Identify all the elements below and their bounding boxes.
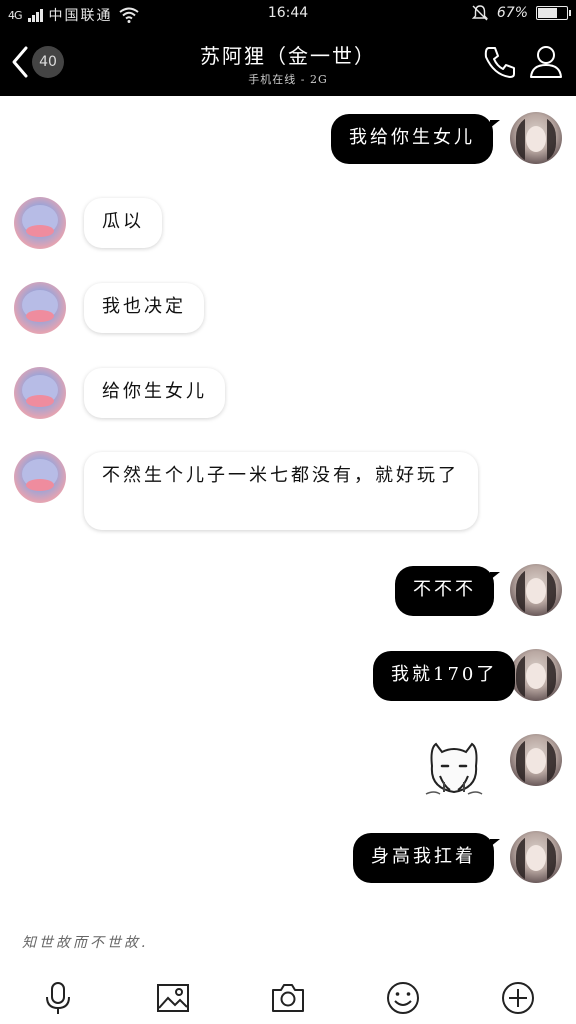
contact-message-bubble[interactable]: 给你生女儿 (84, 368, 225, 418)
contact-status: 手机在线 - 2G (248, 73, 328, 86)
my-avatar[interactable] (510, 734, 562, 786)
contact-avatar[interactable] (14, 197, 66, 249)
my-avatar[interactable] (510, 649, 562, 701)
contact-message-bubble[interactable]: 不然生个儿子一米七都没有，就好玩了 (84, 452, 478, 530)
my-avatar[interactable] (510, 831, 562, 883)
my-message-bubble[interactable]: 我给你生女儿 (331, 114, 493, 164)
unread-count-badge[interactable]: 40 (32, 46, 64, 78)
contact-message-bubble[interactable]: 我也决定 (84, 283, 204, 333)
emoji-icon[interactable] (385, 980, 421, 1016)
bubble-tail (490, 657, 500, 665)
contact-info[interactable]: 苏阿狸（金一世） 手机在线 - 2G (120, 40, 456, 87)
status-bar: 4G 中国联通 16:44 67% (0, 0, 576, 28)
microphone-icon[interactable] (40, 980, 76, 1016)
back-arrow-icon[interactable] (8, 44, 32, 80)
camera-icon[interactable] (270, 980, 306, 1016)
my-avatar[interactable] (510, 564, 562, 616)
contact-avatar[interactable] (14, 367, 66, 419)
chat-header: 40 苏阿狸（金一世） 手机在线 - 2G (0, 28, 576, 96)
input-toolbar (0, 972, 576, 1024)
contact-message-bubble[interactable]: 瓜以 (84, 198, 162, 248)
contact-avatar[interactable] (14, 451, 66, 503)
image-icon[interactable] (155, 980, 191, 1016)
my-message-bubble[interactable]: 身高我扛着 (353, 833, 494, 883)
mute-icon (471, 5, 489, 21)
plus-icon[interactable] (500, 980, 536, 1016)
my-avatar[interactable] (510, 112, 562, 164)
contact-avatar[interactable] (14, 282, 66, 334)
phone-icon[interactable] (480, 42, 520, 82)
signature-text[interactable]: 知世故而不世故. (22, 932, 148, 952)
contact-name: 苏阿狸（金一世） (200, 44, 376, 68)
profile-icon[interactable] (526, 42, 566, 82)
bubble-tail (490, 120, 500, 128)
battery-icon (536, 6, 571, 20)
cat-sticker[interactable] (422, 736, 486, 800)
bubble-tail (490, 839, 500, 847)
my-message-bubble[interactable]: 不不不 (395, 566, 494, 616)
battery-percent: 67% (496, 5, 528, 21)
bubble-tail (490, 572, 500, 580)
